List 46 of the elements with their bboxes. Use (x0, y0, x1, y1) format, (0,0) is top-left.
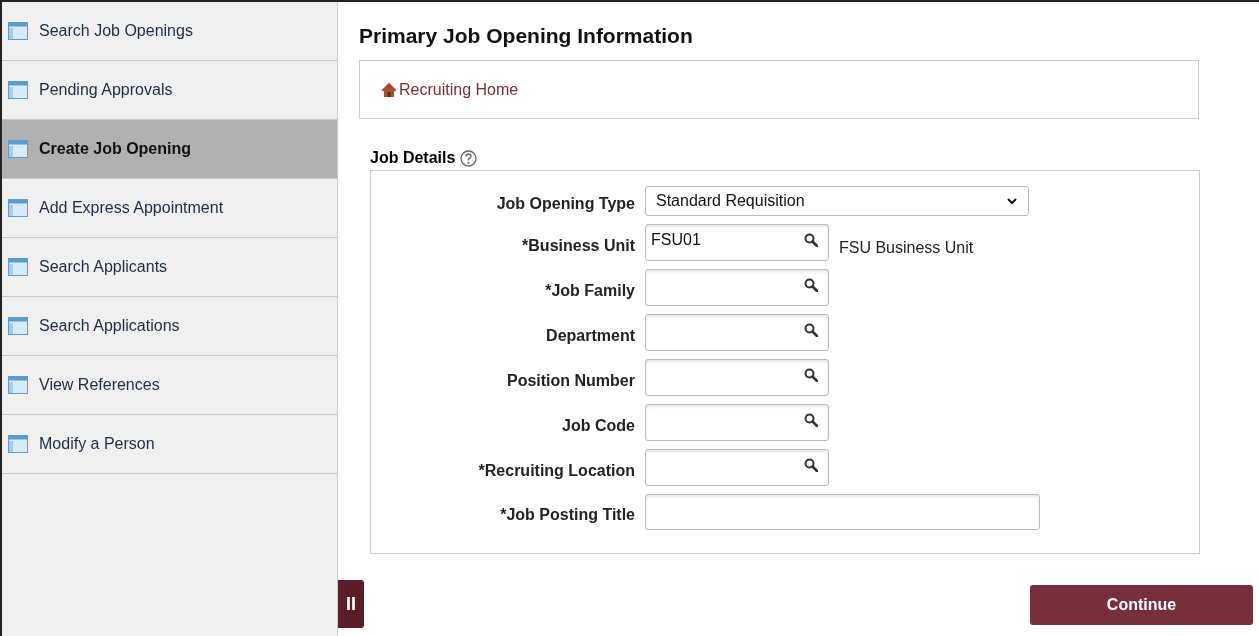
lookup-field[interactable] (645, 359, 829, 396)
window-icon (8, 376, 28, 394)
chevron-down-icon (1006, 196, 1018, 206)
lookup-field[interactable] (645, 314, 829, 351)
collapse-handle[interactable]: II (338, 580, 364, 628)
lookup-field[interactable]: FSU01 (645, 224, 829, 261)
lookup-field[interactable] (645, 269, 829, 306)
search-icon (804, 412, 818, 427)
search-icon (804, 277, 818, 292)
field-label: Position Number (506, 370, 635, 390)
window-icon (8, 435, 28, 453)
job-opening-type-dropdown[interactable]: Standard Requisition (645, 186, 1029, 216)
window-icon (8, 199, 28, 217)
window-icon (8, 22, 28, 40)
sidebar-item[interactable]: Search Applicants (2, 238, 337, 297)
input-field[interactable] (645, 494, 1040, 530)
field-description: FSU Business Unit (839, 237, 974, 257)
window-icon (8, 258, 28, 276)
window-icon (8, 317, 28, 335)
lookup-field[interactable] (645, 449, 829, 486)
field-label: Department (545, 325, 635, 345)
window-icon (8, 140, 28, 158)
recruiting-home-link[interactable]: Recruiting Home (381, 80, 519, 99)
search-icon (804, 457, 818, 472)
house-icon (381, 81, 397, 98)
field-label: *Job Family (544, 280, 635, 300)
sidebar-item[interactable]: Create Job Opening (2, 120, 337, 179)
search-icon (804, 322, 818, 337)
field-label: *Business Unit (521, 235, 635, 255)
field-label: *Recruiting Location (477, 460, 635, 480)
field-label: *Job Posting Title (499, 505, 635, 524)
page-title: Primary Job Opening Information (359, 24, 694, 48)
section-title: Job Details (370, 149, 456, 167)
sidebar-item[interactable]: Add Express Appointment (2, 179, 337, 238)
search-icon (804, 232, 818, 247)
continue-button[interactable]: Continue (1030, 585, 1253, 625)
sidebar-item[interactable]: View References (2, 356, 337, 415)
help-icon (460, 149, 478, 167)
search-icon (804, 367, 818, 382)
window-icon (8, 81, 28, 99)
field-label: Job Code (561, 415, 635, 435)
sidebar-item[interactable]: Modify a Person (2, 415, 337, 474)
field-label: Job Opening Type (495, 194, 635, 213)
sidebar-item[interactable]: Search Job Openings (2, 2, 337, 61)
sidebar-item[interactable]: Search Applications (2, 297, 337, 356)
lookup-field[interactable] (645, 404, 829, 441)
